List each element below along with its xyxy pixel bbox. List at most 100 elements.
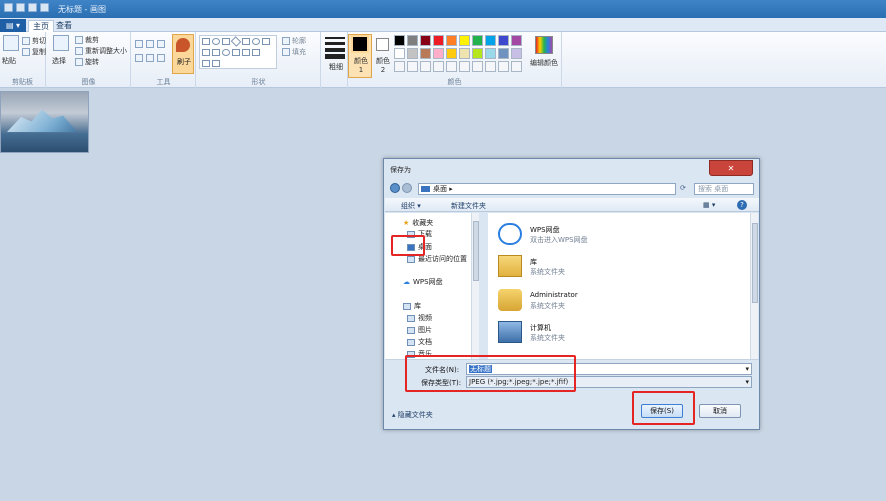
color-picker-icon[interactable] <box>146 54 154 62</box>
hide-folders-button[interactable]: ▴ 隐藏文件夹 <box>392 410 433 420</box>
color-swatch[interactable] <box>407 35 418 46</box>
view-options-icon[interactable]: ▦ ▾ <box>703 201 715 209</box>
help-icon[interactable]: ? <box>737 200 747 210</box>
organize-button[interactable]: 组织 ▾ <box>401 201 421 211</box>
color-swatch[interactable] <box>485 48 496 59</box>
outline-button[interactable]: 轮廓 <box>282 36 306 46</box>
pencil-icon[interactable] <box>135 40 143 48</box>
custom-color-swatch[interactable] <box>485 61 496 72</box>
magnifier-icon[interactable] <box>157 54 165 62</box>
brush-button[interactable]: 刷子 <box>172 34 194 74</box>
color-swatch[interactable] <box>433 48 444 59</box>
list-item[interactable]: 计算机 系统文件夹 <box>498 321 698 349</box>
callout-shape[interactable] <box>232 49 240 56</box>
tab-home[interactable]: 主页 <box>28 20 54 32</box>
text-icon[interactable] <box>157 40 165 48</box>
nav-favorites[interactable]: ★ 收藏夹 <box>403 218 433 228</box>
color-swatch[interactable] <box>433 35 444 46</box>
arrow-shape[interactable] <box>202 49 210 56</box>
edit-colors-button[interactable]: 编辑颜色 <box>530 58 558 68</box>
custom-color-swatch[interactable] <box>459 61 470 72</box>
color-swatch[interactable] <box>420 48 431 59</box>
star-shape[interactable] <box>222 49 230 56</box>
eraser-icon[interactable] <box>135 54 143 62</box>
color-swatch[interactable] <box>472 35 483 46</box>
resize-button[interactable]: 重新调整大小 <box>75 46 127 56</box>
back-icon[interactable] <box>390 183 400 193</box>
oval-shape[interactable] <box>212 38 220 45</box>
custom-color-swatch[interactable] <box>472 61 483 72</box>
nav-wps[interactable]: ☁ WPS网盘 <box>403 277 443 287</box>
cancel-button[interactable]: 取消 <box>699 404 741 418</box>
color1-swatch[interactable] <box>351 35 369 53</box>
color-swatch[interactable] <box>459 48 470 59</box>
search-input[interactable]: 搜索 桌面 <box>694 183 754 195</box>
cut-button[interactable]: 剪切 <box>22 36 46 46</box>
chevron-down-icon[interactable]: ▾ <box>745 364 749 374</box>
cloud-shape[interactable] <box>212 60 220 67</box>
size-group[interactable]: 粗细 <box>322 32 348 88</box>
custom-color-swatch[interactable] <box>394 61 405 72</box>
path-box[interactable]: 桌面 ▸ <box>418 183 676 195</box>
color-swatch[interactable] <box>446 35 457 46</box>
undo-icon[interactable] <box>28 3 37 12</box>
rect-shape[interactable] <box>222 38 230 45</box>
paste-icon[interactable] <box>3 35 19 51</box>
color-swatch[interactable] <box>420 35 431 46</box>
crop-button[interactable]: 裁剪 <box>75 35 99 45</box>
nav-documents[interactable]: 文档 <box>407 337 432 347</box>
custom-color-swatch[interactable] <box>498 61 509 72</box>
custom-color-swatch[interactable] <box>446 61 457 72</box>
color-swatch[interactable] <box>511 48 522 59</box>
list-item[interactable]: WPS网盘 双击进入WPS网盘 <box>498 223 698 251</box>
save-icon[interactable] <box>16 3 25 12</box>
refresh-icon[interactable]: ⟳ <box>680 184 686 192</box>
edit-colors-icon[interactable] <box>535 36 553 54</box>
copy-button[interactable]: 复制 <box>22 47 46 57</box>
color-swatch[interactable] <box>394 48 405 59</box>
redo-icon[interactable] <box>40 3 49 12</box>
list-item[interactable]: 库 系统文件夹 <box>498 255 698 283</box>
file-menu-button[interactable]: ▤ ▾ <box>0 19 26 32</box>
new-folder-button[interactable]: 新建文件夹 <box>451 201 486 211</box>
color-swatch[interactable] <box>394 35 405 46</box>
tab-view[interactable]: 查看 <box>52 20 76 32</box>
fill-icon[interactable] <box>146 40 154 48</box>
diamond-shape[interactable] <box>230 36 242 47</box>
close-button[interactable]: ✕ <box>709 160 753 176</box>
paste-button[interactable]: 粘贴 <box>2 56 16 66</box>
color-swatch[interactable] <box>472 48 483 59</box>
circle-shape[interactable] <box>252 38 260 45</box>
chevron-down-icon[interactable]: ▾ <box>745 377 749 387</box>
shapes-gallery[interactable] <box>199 35 277 69</box>
canvas-image[interactable] <box>0 91 89 153</box>
color-swatch[interactable] <box>459 35 470 46</box>
select-button[interactable]: 选择 <box>52 56 66 66</box>
nav-scrollbar[interactable] <box>471 213 479 359</box>
file-list-scrollbar[interactable] <box>750 213 758 359</box>
forward-icon[interactable] <box>402 183 412 193</box>
color-swatch[interactable] <box>511 35 522 46</box>
color-swatch[interactable] <box>407 48 418 59</box>
nav-library[interactable]: 库 <box>403 301 421 311</box>
fill-button[interactable]: 填充 <box>282 47 306 57</box>
nav-video[interactable]: 视频 <box>407 313 432 323</box>
color2-swatch[interactable] <box>376 38 389 51</box>
list-item[interactable]: Administrator 系统文件夹 <box>498 289 698 317</box>
rotate-button[interactable]: 旋转 <box>75 57 99 67</box>
pentagon-shape[interactable] <box>212 49 220 56</box>
color-swatch[interactable] <box>485 35 496 46</box>
hexagon-shape[interactable] <box>202 60 210 67</box>
triangle-shape[interactable] <box>262 38 270 45</box>
color-swatch[interactable] <box>446 48 457 59</box>
custom-color-swatch[interactable] <box>420 61 431 72</box>
custom-color-swatch[interactable] <box>433 61 444 72</box>
lightning-shape[interactable] <box>252 49 260 56</box>
nav-pictures[interactable]: 图片 <box>407 325 432 335</box>
select-icon[interactable] <box>53 35 69 51</box>
color-swatch[interactable] <box>498 48 509 59</box>
line-shape[interactable] <box>202 38 210 45</box>
polygon-shape[interactable] <box>242 38 250 45</box>
heart-shape[interactable] <box>242 49 250 56</box>
app-icon[interactable] <box>4 3 13 12</box>
